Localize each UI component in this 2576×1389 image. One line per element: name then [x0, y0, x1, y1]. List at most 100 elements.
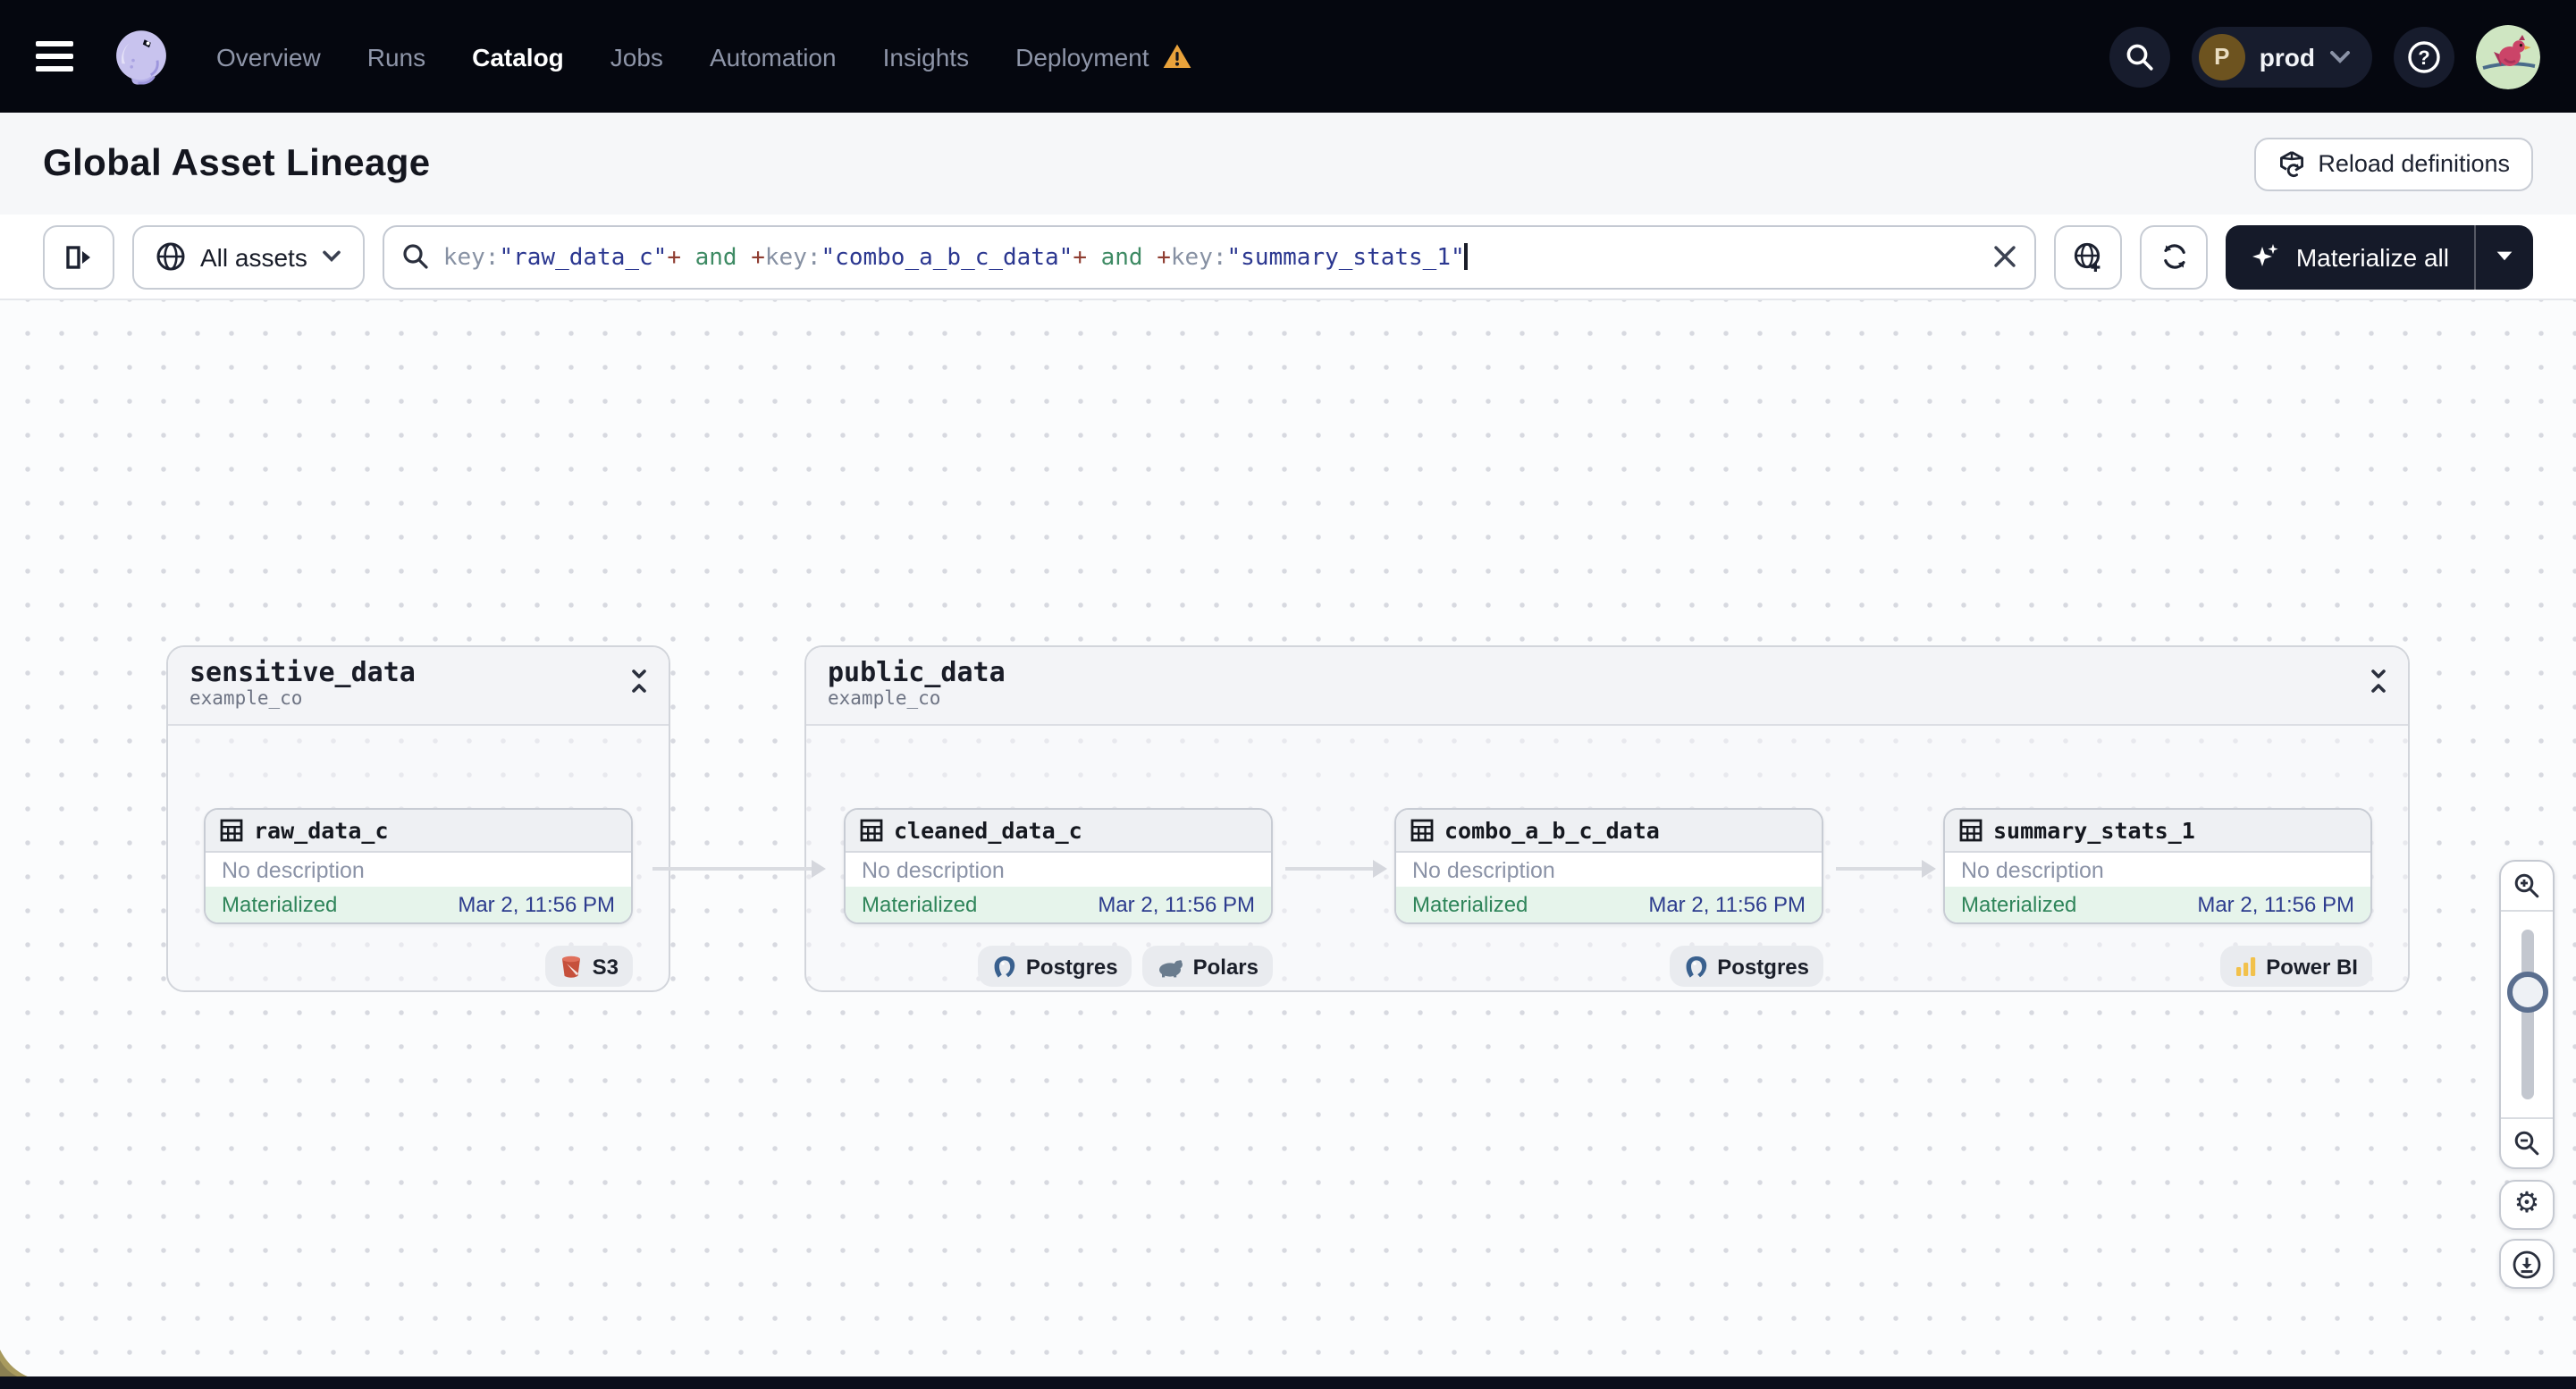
- globe-icon: [156, 242, 185, 271]
- kind-badge-postgres[interactable]: Postgres: [977, 946, 1132, 987]
- status-badge: Materialized: [1412, 892, 1528, 917]
- top-nav: Overview Runs Catalog Jobs Automation In…: [0, 0, 2576, 113]
- group-name: sensitive_data: [189, 656, 416, 688]
- asset-description: No description: [206, 853, 631, 887]
- window-bottom-edge: [0, 1376, 2576, 1389]
- refresh-graph-button[interactable]: [2140, 224, 2209, 289]
- materialization-timestamp[interactable]: Mar 2, 11:56 PM: [458, 892, 615, 917]
- deployment-label: prod: [2259, 42, 2315, 71]
- zoom-slider-track[interactable]: [2521, 930, 2533, 1099]
- kind-badge-polars[interactable]: Polars: [1142, 946, 1273, 987]
- help-button[interactable]: ?: [2394, 26, 2454, 87]
- powerbi-icon: [2235, 957, 2255, 976]
- asset-selection-input[interactable]: key:"raw_data_c"+ and +key:"combo_a_b_c_…: [382, 224, 2037, 289]
- polars-icon: [1159, 959, 1183, 977]
- nav-item-deployment[interactable]: Deployment: [1015, 42, 1191, 71]
- asset-node-header: cleaned_data_c: [846, 810, 1271, 853]
- materialize-all-split-button: Materialize all: [2226, 224, 2533, 289]
- deployment-switcher[interactable]: P prod: [2191, 26, 2372, 87]
- chevron-down-icon: [2330, 50, 2350, 63]
- status-badge: Materialized: [222, 892, 338, 917]
- global-search-button[interactable]: [2109, 26, 2170, 87]
- table-icon: [220, 819, 243, 842]
- postgres-icon: [1685, 955, 1706, 977]
- nav-item-insights[interactable]: Insights: [883, 42, 970, 71]
- deployment-avatar: P: [2198, 33, 2245, 80]
- asset-node-combo-a-b-c-data[interactable]: combo_a_b_c_data No description Material…: [1394, 808, 1823, 924]
- search-icon: [2126, 43, 2153, 70]
- zoom-in-button[interactable]: [2501, 862, 2553, 912]
- reload-definitions-button[interactable]: Reload definitions: [2253, 137, 2533, 190]
- asset-name: summary_stats_1: [1993, 817, 2195, 844]
- zoom-slider-handle[interactable]: [2506, 972, 2547, 1013]
- group-header: public_data example_co: [806, 647, 2408, 726]
- globe-plus-icon: [2075, 241, 2101, 271]
- text-cursor: [1464, 242, 1468, 269]
- materialize-all-button[interactable]: Materialize all: [2227, 224, 2474, 289]
- download-graph-button[interactable]: [2499, 1239, 2555, 1289]
- page-header: Global Asset Lineage Reload definitions: [0, 113, 2576, 215]
- gear-icon: ⚙: [2513, 1189, 2540, 1219]
- postgres-icon: [994, 955, 1015, 977]
- materialization-timestamp[interactable]: Mar 2, 11:56 PM: [1648, 892, 1806, 917]
- zoom-control-panel: [2499, 860, 2555, 1169]
- asset-kind-badges: Postgres Polars: [844, 946, 1273, 987]
- asset-description: No description: [1945, 853, 2370, 887]
- edge-combo-to-summary: [1836, 860, 1936, 878]
- group-repo: example_co: [189, 688, 303, 711]
- asset-status-row: Materialized Mar 2, 11:56 PM: [1945, 887, 2370, 922]
- nav-item-automation[interactable]: Automation: [710, 42, 837, 71]
- asset-name: cleaned_data_c: [894, 817, 1082, 844]
- asset-kind-badges: S3: [204, 946, 633, 987]
- table-icon: [1410, 819, 1434, 842]
- asset-status-row: Materialized Mar 2, 11:56 PM: [846, 887, 1271, 922]
- menu-icon[interactable]: [36, 41, 73, 72]
- collapse-group-icon[interactable]: [2367, 669, 2390, 694]
- nav-right: P prod ?: [2109, 24, 2540, 88]
- zoom-slider[interactable]: [2501, 912, 2553, 1117]
- download-icon: [2513, 1250, 2541, 1278]
- asset-node-summary-stats-1[interactable]: summary_stats_1 No description Materiali…: [1943, 808, 2372, 924]
- dagster-logo-icon[interactable]: [109, 24, 173, 88]
- open-asset-panel-button[interactable]: [43, 224, 114, 289]
- asset-status-row: Materialized Mar 2, 11:56 PM: [1396, 887, 1822, 922]
- nav-item-catalog[interactable]: Catalog: [472, 42, 564, 71]
- graph-settings-button[interactable]: ⚙: [2499, 1180, 2555, 1230]
- materialization-timestamp[interactable]: Mar 2, 11:56 PM: [2197, 892, 2354, 917]
- sparkles-icon: [2252, 244, 2279, 266]
- refresh-icon: [2164, 244, 2185, 269]
- view-full-graph-button[interactable]: [2054, 224, 2123, 289]
- search-icon: [403, 244, 428, 269]
- asset-description: No description: [1396, 853, 1822, 887]
- kind-badge-s3[interactable]: S3: [545, 946, 633, 987]
- materialize-options-button[interactable]: [2476, 224, 2533, 289]
- user-avatar[interactable]: [2476, 24, 2540, 88]
- asset-node-raw-data-c[interactable]: raw_data_c No description Materialized M…: [204, 808, 633, 924]
- lineage-canvas[interactable]: sensitive_data example_co public_data ex…: [0, 300, 2576, 1389]
- asset-description: No description: [846, 853, 1271, 887]
- nav-links: Overview Runs Catalog Jobs Automation In…: [216, 42, 1192, 71]
- asset-scope-dropdown[interactable]: All assets: [132, 224, 365, 289]
- nav-item-jobs[interactable]: Jobs: [610, 42, 663, 71]
- reload-code-icon: [2279, 150, 2303, 177]
- warning-icon: [1163, 44, 1191, 68]
- asset-node-header: summary_stats_1: [1945, 810, 2370, 853]
- nav-item-overview[interactable]: Overview: [216, 42, 321, 71]
- table-icon: [1959, 819, 1983, 842]
- clear-query-button[interactable]: [1994, 245, 2017, 268]
- kind-badge-postgres[interactable]: Postgres: [1669, 946, 1823, 987]
- materialization-timestamp[interactable]: Mar 2, 11:56 PM: [1098, 892, 1255, 917]
- collapse-group-icon[interactable]: [627, 669, 651, 694]
- asset-node-cleaned-data-c[interactable]: cleaned_data_c No description Materializ…: [844, 808, 1273, 924]
- status-badge: Materialized: [862, 892, 978, 917]
- help-icon: ?: [2408, 40, 2440, 72]
- group-repo: example_co: [828, 688, 941, 711]
- asset-node-header: raw_data_c: [206, 810, 631, 853]
- edge-cleaned-to-combo: [1285, 860, 1387, 878]
- caret-down-icon: [2496, 251, 2513, 261]
- kind-badge-powerbi[interactable]: Power BI: [2219, 946, 2372, 987]
- panel-expand-icon: [66, 245, 90, 268]
- zoom-out-button[interactable]: [2501, 1117, 2553, 1167]
- close-icon: [1995, 246, 2016, 267]
- nav-item-runs[interactable]: Runs: [367, 42, 425, 71]
